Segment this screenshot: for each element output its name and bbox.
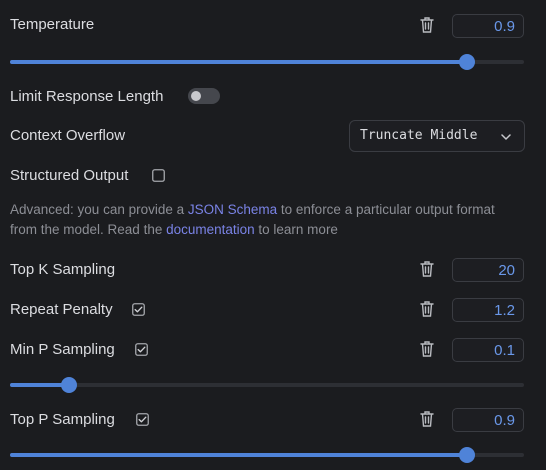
- temperature-slider-fill: [10, 60, 468, 64]
- top-k-label: Top K Sampling: [10, 261, 116, 278]
- top-p-slider-thumb[interactable]: [459, 447, 476, 463]
- structured-output-label: Structured Output: [10, 167, 129, 184]
- min-p-checkbox[interactable]: [135, 343, 148, 356]
- limit-response-label: Limit Response Length: [10, 88, 164, 105]
- trash-icon[interactable]: [419, 16, 435, 34]
- context-overflow-value: Truncate Middle: [360, 128, 478, 143]
- top-p-input[interactable]: 0.9: [452, 408, 524, 432]
- chevron-down-icon: [501, 134, 511, 140]
- temperature-input[interactable]: 0.9: [452, 14, 524, 38]
- temperature-label: Temperature: [10, 16, 95, 33]
- documentation-link[interactable]: documentation: [166, 222, 255, 237]
- min-p-input[interactable]: 0.1: [452, 338, 524, 362]
- trash-icon[interactable]: [419, 260, 435, 278]
- top-p-slider[interactable]: [10, 447, 524, 463]
- min-p-slider-thumb[interactable]: [61, 377, 78, 393]
- top-p-slider-fill: [10, 453, 468, 457]
- structured-output-help: Advanced: you can provide a JSON Schema …: [10, 200, 510, 240]
- min-p-slider[interactable]: [10, 377, 524, 393]
- trash-icon[interactable]: [419, 340, 435, 358]
- help-text: Advanced: you can provide a: [10, 202, 188, 217]
- json-schema-link[interactable]: JSON Schema: [188, 202, 277, 217]
- top-p-label: Top P Sampling: [10, 411, 115, 428]
- top-k-input[interactable]: 20: [452, 258, 524, 282]
- temperature-slider-thumb[interactable]: [459, 54, 476, 70]
- min-p-label: Min P Sampling: [10, 341, 115, 358]
- trash-icon[interactable]: [419, 300, 435, 318]
- trash-icon[interactable]: [419, 410, 435, 428]
- limit-response-toggle[interactable]: [188, 88, 220, 104]
- context-overflow-label: Context Overflow: [10, 127, 126, 144]
- structured-output-checkbox[interactable]: [152, 169, 165, 182]
- repeat-penalty-checkbox[interactable]: [132, 303, 145, 316]
- toggle-knob: [191, 91, 201, 101]
- top-p-checkbox[interactable]: [136, 413, 149, 426]
- temperature-slider[interactable]: [10, 54, 524, 70]
- repeat-penalty-label: Repeat Penalty: [10, 301, 113, 318]
- repeat-penalty-input[interactable]: 1.2: [452, 298, 524, 322]
- context-overflow-select[interactable]: Truncate Middle: [349, 120, 525, 152]
- help-text: to learn more: [254, 222, 338, 237]
